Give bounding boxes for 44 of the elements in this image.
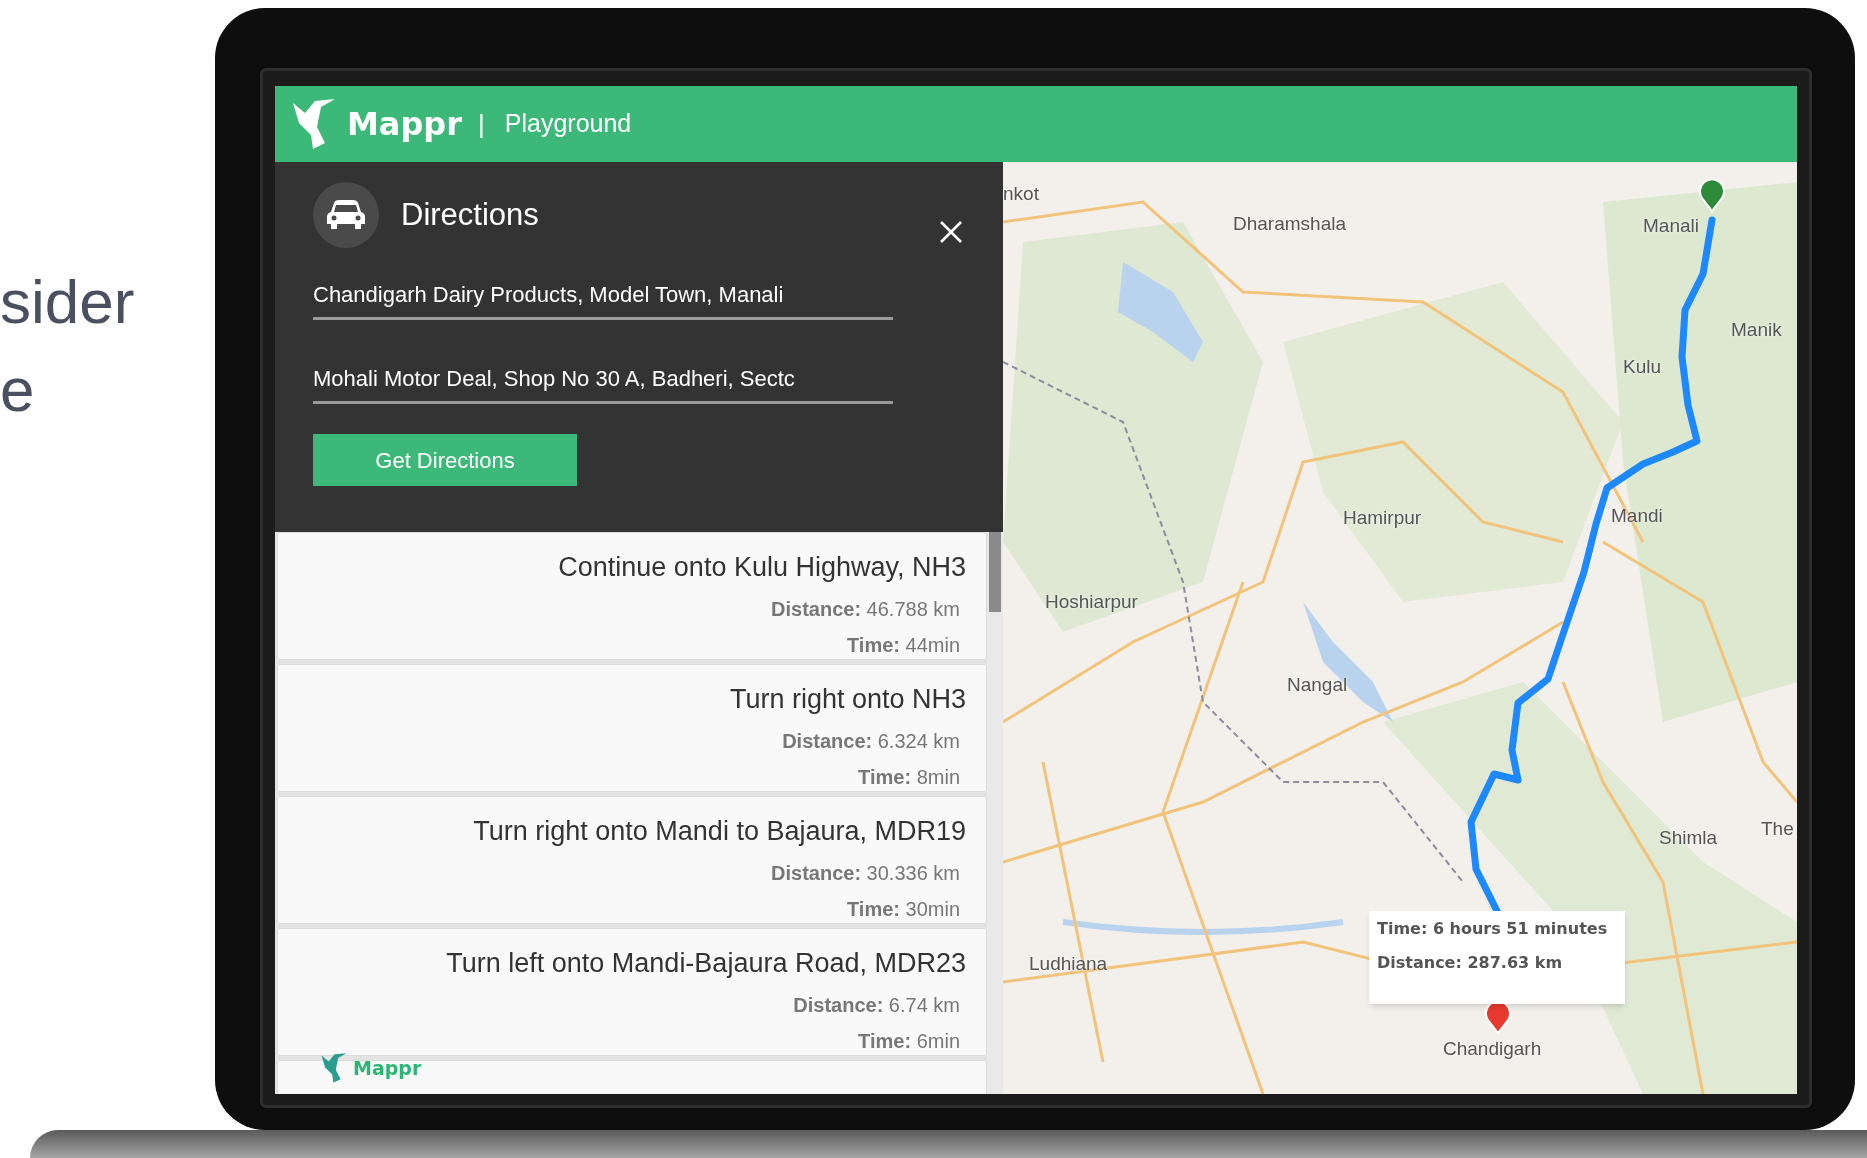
map-place-label: The [1761,817,1794,841]
start-marker-icon[interactable] [1698,176,1726,212]
summary-distance: Distance: 287.63 km [1377,952,1564,974]
summary-time: Time: 6 hours 51 minutes [1377,918,1609,940]
step-instruction: Turn left onto Mandi-Bajaura Road, MDR23 [446,947,966,980]
brand-name: Mappr [347,104,463,145]
map-place-label: Dharamshala [1233,212,1346,236]
origin-field[interactable]: Chandigarh Dairy Products, Model Town, Manali [313,278,893,320]
map-place-label: Kulu [1623,355,1662,379]
map-place-label: Manik [1731,318,1782,342]
heading-text: e [0,354,36,426]
step-time: Time: 44min [847,632,960,658]
bird-logo-icon [291,97,337,151]
scrollbar-thumb[interactable] [989,532,1001,612]
step-distance: Distance: 6.74 km [793,992,960,1018]
map-place-label: Shimla [1659,826,1718,850]
step-time: Time: 6min [858,1028,960,1054]
step-distance: Distance: 30.336 km [771,860,960,886]
step-card[interactable]: Turn right onto Mandi to Bajaura, MDR19 Distance: 30.336 km Time: 30min [277,796,987,924]
heading-text: sider [0,266,135,338]
step-instruction: Turn right onto Mandi to Bajaura, MDR19 [473,815,966,848]
map-place-label: Hoshiarpur [1045,590,1138,614]
map-place-label: Hamirpur [1343,506,1422,530]
footer-logo: Mappr [353,1055,422,1081]
scrollbar[interactable] [987,532,1003,1094]
step-time: Time: 8min [858,764,960,790]
close-icon[interactable] [939,220,963,244]
bird-logo-icon [319,1052,349,1084]
step-distance: Distance: 6.324 km [782,728,960,754]
step-card[interactable]: Turn left onto Mandi-Bajaura Road, MDR23 Distance: 6.74 km Time: 6min [277,928,987,1056]
map-place-label: Chandigarh [1443,1037,1542,1061]
destination-field[interactable]: Mohali Motor Deal, Shop No 30 A, Badheri, Sectc [313,362,893,404]
map-place-label: nkot [1003,182,1039,206]
step-card[interactable]: Continue onto Kulu Highway, NH3 Distance: 46.788 km Time: 44min [277,532,987,660]
separator: | [478,107,485,141]
map-place-label: Manali [1643,214,1699,238]
step-instruction: Continue onto Kulu Highway, NH3 [558,551,966,584]
section-title: Playground [504,108,632,140]
step-instruction: Turn right onto NH3 [729,683,966,716]
panel-title: Directions [401,195,539,234]
step-time: Time: 30min [847,896,960,922]
step-distance: Distance: 46.788 km [771,596,960,622]
step-card[interactable]: Turn right onto NH3 Distance: 6.324 km Time: 8min [277,664,987,792]
map-place-label: Nangal [1287,673,1348,697]
